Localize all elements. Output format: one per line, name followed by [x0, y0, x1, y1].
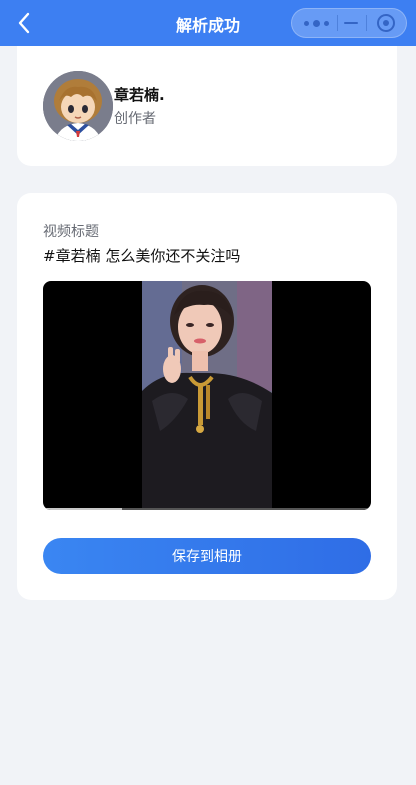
mini-program-capsule	[291, 8, 407, 38]
video-progress-bar[interactable]	[43, 508, 371, 510]
minimize-icon[interactable]	[344, 22, 358, 24]
save-to-album-button[interactable]: 保存到相册	[43, 538, 371, 574]
target-icon[interactable]	[377, 14, 395, 32]
video-progress-fill	[43, 508, 122, 510]
capsule-divider	[337, 15, 338, 31]
video-frame	[142, 281, 272, 510]
navigation-bar: 解析成功	[0, 0, 416, 46]
video-title-label: 视频标题	[43, 224, 99, 240]
more-dots-icon[interactable]	[300, 9, 332, 37]
video-card: 视频标题 #章若楠 怎么美你还不关注吗 保存到相册	[17, 193, 397, 600]
video-title: #章若楠 怎么美你还不关注吗	[43, 247, 241, 265]
video-frame-image	[142, 281, 272, 510]
author-name: 章若楠.	[114, 86, 165, 104]
avatar-image	[43, 71, 113, 141]
capsule-divider	[366, 15, 367, 31]
avatar	[43, 71, 113, 141]
author-role: 创作者	[114, 111, 156, 127]
video-player[interactable]	[43, 281, 371, 510]
author-card: 章若楠. 创作者	[17, 46, 397, 166]
